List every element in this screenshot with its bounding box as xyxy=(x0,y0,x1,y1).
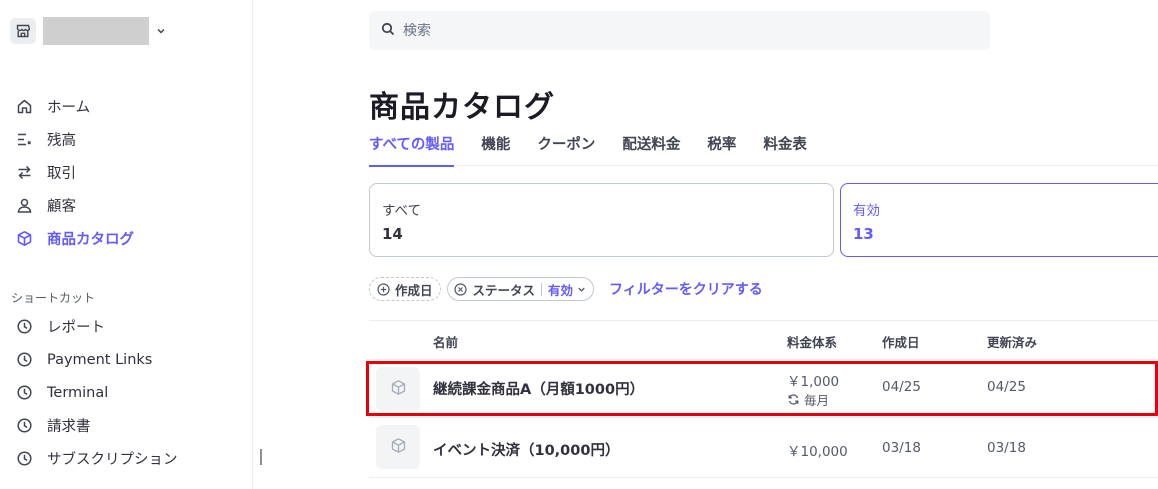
updated-date: 03/18 xyxy=(987,440,1026,456)
filter-status[interactable]: ステータス 有効 xyxy=(446,277,595,301)
shortcuts-heading: ショートカット xyxy=(11,291,96,305)
column-header-name[interactable]: 名前 xyxy=(433,332,458,351)
store-icon xyxy=(10,18,36,44)
column-header-updated[interactable]: 更新済み xyxy=(987,332,1037,351)
filter-label: ステータス xyxy=(472,282,536,298)
column-header-pricing[interactable]: 料金体系 xyxy=(787,332,837,351)
shortcut-label: サブスクリプション xyxy=(47,452,178,468)
box-icon xyxy=(14,229,34,249)
shortcut-payment-links[interactable]: Payment Links xyxy=(14,343,178,376)
table-row[interactable]: 継続課金商品A（月額1000円） ￥1,000 毎月 04/25 04/25 xyxy=(369,360,1158,418)
shortcut-subscriptions[interactable]: サブスクリプション xyxy=(14,442,178,475)
chevron-down-icon xyxy=(577,285,586,294)
person-icon xyxy=(14,196,34,216)
clock-icon xyxy=(14,416,34,436)
shortcut-reports[interactable]: レポート xyxy=(14,310,178,343)
clock-icon xyxy=(14,317,34,337)
card-label: 有効 xyxy=(853,203,880,219)
shortcut-terminal[interactable]: Terminal xyxy=(14,376,178,409)
product-image xyxy=(376,425,420,469)
product-price: ￥10,000 xyxy=(787,444,848,460)
tab-all-products[interactable]: すべての製品 xyxy=(369,132,455,167)
account-switcher[interactable] xyxy=(10,17,167,45)
sidebar-item-home[interactable]: ホーム xyxy=(14,90,134,123)
box-icon xyxy=(390,379,407,400)
shortcuts-nav: レポート Payment Links Terminal 請求書 サブスクリプショ… xyxy=(14,310,178,475)
billing-interval: 毎月 xyxy=(787,390,829,409)
tab-features[interactable]: 機能 xyxy=(481,132,510,166)
created-date: 04/25 xyxy=(882,379,921,395)
sidebar-resize-handle[interactable] xyxy=(260,449,262,465)
filter-bar: 作成日 ステータス 有効 フィルターをクリアする xyxy=(369,277,763,301)
sidebar-item-balance[interactable]: 残高 xyxy=(14,123,134,156)
search-input[interactable] xyxy=(403,22,963,39)
filter-label: 作成日 xyxy=(395,282,433,298)
tab-tax-rates[interactable]: 税率 xyxy=(707,132,736,166)
main-nav: ホーム 残高 取引 顧客 商品カタログ xyxy=(14,90,134,255)
sidebar-item-customers[interactable]: 顧客 xyxy=(14,189,134,222)
shortcut-label: レポート xyxy=(47,320,105,336)
updated-date: 04/25 xyxy=(987,379,1026,395)
transfer-icon xyxy=(14,163,34,183)
shortcut-label: 請求書 xyxy=(47,419,91,435)
sidebar-item-label: ホーム xyxy=(47,100,91,116)
sidebar-item-label: 残高 xyxy=(47,133,76,149)
balance-icon xyxy=(14,130,34,150)
sidebar-item-product-catalog[interactable]: 商品カタログ xyxy=(14,222,134,255)
sidebar-item-transactions[interactable]: 取引 xyxy=(14,156,134,189)
clock-icon xyxy=(14,449,34,469)
product-name[interactable]: 継続課金商品A（月額1000円） xyxy=(433,378,644,399)
summary-card-all[interactable]: すべて 14 xyxy=(369,183,834,257)
card-count: 14 xyxy=(382,225,403,243)
product-price: ￥1,000 xyxy=(787,374,840,390)
shortcut-label: Payment Links xyxy=(47,351,153,368)
search-icon xyxy=(381,21,395,40)
tab-shipping-rates[interactable]: 配送料金 xyxy=(622,132,680,166)
chevron-down-icon[interactable] xyxy=(155,25,167,37)
tab-pricing-tables[interactable]: 料金表 xyxy=(763,132,807,166)
product-tabs: すべての製品 機能 クーポン 配送料金 税率 料金表 xyxy=(369,132,1158,167)
product-image xyxy=(376,367,420,411)
sidebar-item-label: 顧客 xyxy=(47,199,76,215)
clear-filters-link[interactable]: フィルターをクリアする xyxy=(609,279,763,299)
column-header-created[interactable]: 作成日 xyxy=(882,332,920,351)
clear-circle-icon[interactable] xyxy=(454,282,468,296)
interval-label: 毎月 xyxy=(804,393,830,408)
sidebar-item-label: 商品カタログ xyxy=(47,232,134,248)
tab-coupons[interactable]: クーポン xyxy=(537,132,595,166)
search-bar[interactable] xyxy=(369,11,990,50)
created-date: 03/18 xyxy=(882,440,921,456)
shortcut-label: Terminal xyxy=(47,384,109,401)
recurring-icon xyxy=(787,393,800,406)
card-count: 13 xyxy=(853,225,874,243)
shortcut-invoices[interactable]: 請求書 xyxy=(14,409,178,442)
products-table: 名前 料金体系 作成日 更新済み 継続課金商品A（月額1000円） ￥1,000… xyxy=(369,320,1158,478)
sidebar: ホーム 残高 取引 顧客 商品カタログ ショートカット レポート Payment… xyxy=(0,0,253,489)
clock-icon xyxy=(14,383,34,403)
filter-divider xyxy=(541,282,543,296)
summary-card-active[interactable]: 有効 13 xyxy=(840,183,1158,257)
sidebar-item-label: 取引 xyxy=(47,166,76,182)
page-title: 商品カタログ xyxy=(369,90,555,125)
card-label: すべて xyxy=(382,203,422,219)
table-row[interactable]: イベント決済（10,000円） ￥10,000 03/18 03/18 xyxy=(369,418,1158,478)
filter-value: 有効 xyxy=(548,282,574,298)
box-icon xyxy=(390,437,407,458)
home-icon xyxy=(14,97,34,117)
plus-circle-icon xyxy=(376,282,390,296)
account-name-redacted xyxy=(43,17,149,45)
product-name[interactable]: イベント決済（10,000円） xyxy=(433,439,619,460)
clock-icon xyxy=(14,350,34,370)
table-header: 名前 料金体系 作成日 更新済み xyxy=(369,320,1158,360)
filter-created-date[interactable]: 作成日 xyxy=(369,277,441,301)
